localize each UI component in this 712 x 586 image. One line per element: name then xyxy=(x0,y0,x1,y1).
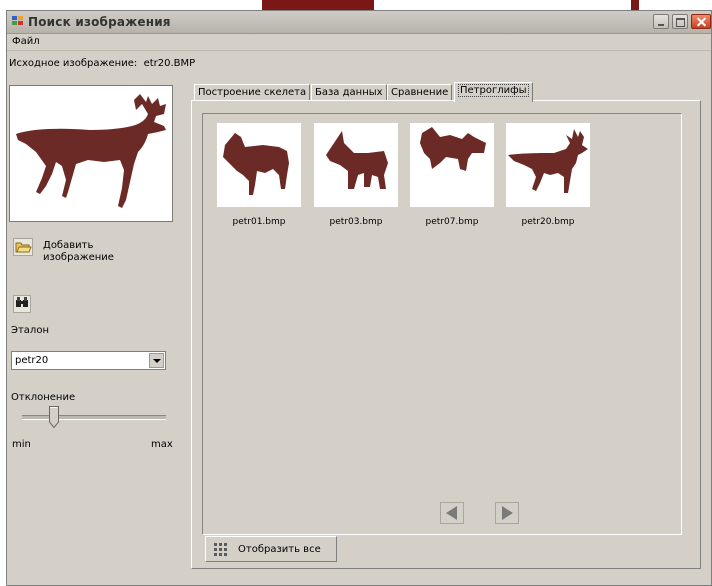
close-button[interactable] xyxy=(691,14,711,29)
source-image-label: Исходное изображение: etr20.BMP xyxy=(9,58,195,69)
tab-skeleton-label: Построение скелета xyxy=(198,87,307,98)
add-image-button[interactable] xyxy=(13,238,33,256)
standard-select[interactable]: petr20 xyxy=(11,351,166,370)
tab-petroglyphs-label: Петроглифы xyxy=(458,84,529,97)
gallery-thumbnail[interactable] xyxy=(217,123,301,207)
gallery-thumbnail[interactable] xyxy=(410,123,494,207)
gallery-thumbnail[interactable] xyxy=(314,123,398,207)
gallery-thumbnail[interactable] xyxy=(506,123,590,207)
chevron-down-icon[interactable] xyxy=(149,353,164,368)
petroglyph-image xyxy=(326,131,388,189)
show-all-label: Отобразить все xyxy=(238,544,321,555)
next-page-button[interactable] xyxy=(495,502,519,524)
title-bar[interactable]: Поиск изображения xyxy=(7,11,711,34)
gallery-item-name: petr01.bmp xyxy=(232,217,286,227)
window-title: Поиск изображения xyxy=(28,15,171,29)
deviation-slider-track[interactable] xyxy=(22,415,166,420)
gallery-item-name: petr07.bmp xyxy=(425,217,479,227)
show-all-button[interactable]: Отобразить все xyxy=(205,536,337,562)
gallery-item-name: petr03.bmp xyxy=(329,217,383,227)
deer-image xyxy=(16,94,166,208)
binoculars-icon xyxy=(16,297,28,307)
standard-label: Эталон xyxy=(11,325,49,336)
slider-min-label: min xyxy=(12,439,31,450)
source-image-preview xyxy=(9,85,173,222)
tab-petroglyphs[interactable]: Петроглифы xyxy=(454,82,533,102)
menu-bar: Файл xyxy=(7,34,711,51)
folder-open-icon xyxy=(15,242,32,253)
source-image-filename: etr20.BMP xyxy=(143,58,196,69)
source-image-caption: Исходное изображение: xyxy=(9,58,138,69)
deviation-slider-thumb[interactable] xyxy=(49,406,59,429)
slider-thumb-icon xyxy=(49,406,59,429)
tab-database[interactable]: База данных xyxy=(311,84,387,101)
maximize-button[interactable] xyxy=(672,14,688,29)
gallery-item-name: petr20.bmp xyxy=(521,217,575,227)
standard-select-value: petr20 xyxy=(15,355,49,366)
grid-icon xyxy=(214,543,228,557)
menu-file[interactable]: Файл xyxy=(12,36,40,47)
search-button[interactable] xyxy=(13,295,31,313)
tab-comparison[interactable]: Сравнение xyxy=(387,84,453,101)
minimize-button[interactable] xyxy=(653,14,669,29)
add-image-label[interactable]: Добавить изображение xyxy=(43,240,133,264)
tab-database-label: База данных xyxy=(315,87,383,98)
petroglyph-image xyxy=(420,127,486,171)
app-icon xyxy=(12,16,24,27)
slider-max-label: max xyxy=(151,439,173,450)
petroglyph-image xyxy=(223,133,289,195)
previous-page-button[interactable] xyxy=(440,502,464,524)
deviation-label: Отклонение xyxy=(11,392,76,403)
tab-comparison-label: Сравнение xyxy=(391,87,449,98)
petroglyph-image xyxy=(508,129,588,193)
tab-skeleton[interactable]: Построение скелета xyxy=(194,84,311,101)
